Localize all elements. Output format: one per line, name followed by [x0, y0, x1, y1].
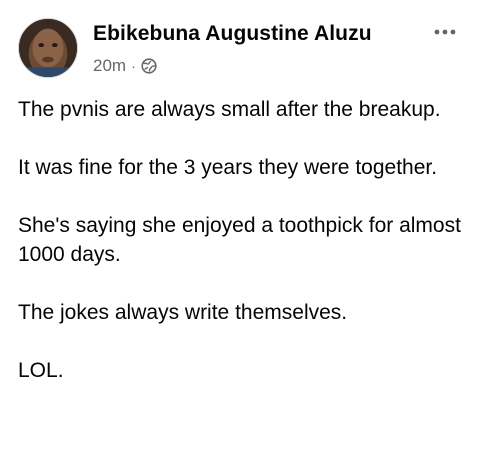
post-paragraph: LOL. — [18, 359, 64, 382]
post-paragraph: She's saying she enjoyed a toothpick for… — [18, 214, 461, 266]
post-paragraph: The pvnis are always small after the bre… — [18, 98, 441, 121]
post-timestamp[interactable]: 20m — [93, 56, 126, 76]
author-name[interactable]: Ebikebuna Augustine Aluzu — [93, 22, 372, 46]
avatar-image — [19, 19, 77, 77]
post-meta: 20m · — [93, 56, 157, 76]
post-body: The pvnis are always small after the bre… — [18, 95, 463, 414]
globe-icon[interactable] — [141, 58, 157, 74]
post-paragraph: It was fine for the 3 years they were to… — [18, 156, 438, 179]
author-avatar[interactable] — [18, 18, 78, 78]
facebook-post: Ebikebuna Augustine Aluzu 20m · The pvni… — [0, 0, 479, 459]
more-options-icon — [434, 29, 456, 35]
post-header: Ebikebuna Augustine Aluzu 20m · — [18, 18, 469, 80]
post-paragraph: The jokes always write themselves. — [18, 301, 348, 324]
more-options-button[interactable] — [431, 22, 459, 42]
meta-separator: · — [131, 58, 136, 74]
